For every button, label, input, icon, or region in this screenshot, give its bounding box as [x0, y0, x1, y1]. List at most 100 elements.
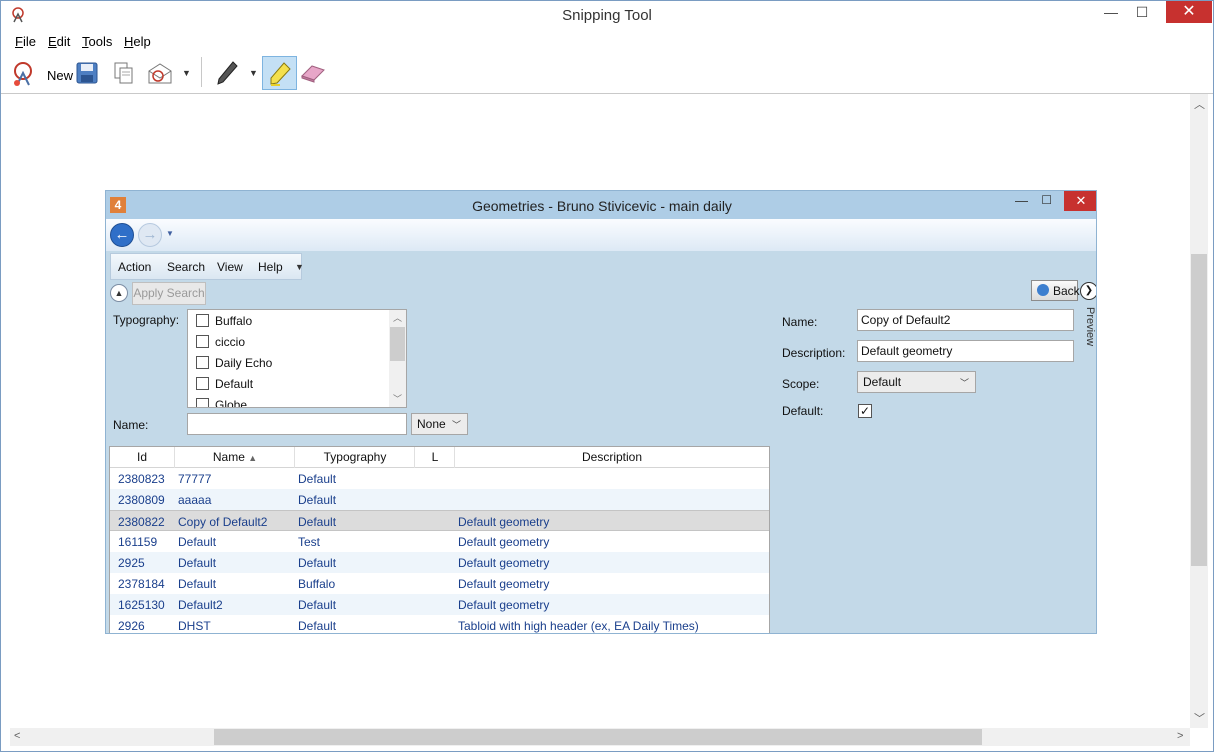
apply-search-button[interactable]: Apply Search — [132, 282, 206, 305]
pen-dropdown-arrow-icon[interactable]: ▼ — [249, 68, 258, 78]
typography-scrollbar[interactable]: ︿ ﹀ — [389, 310, 406, 407]
typography-option-daily-echo[interactable]: Daily Echo — [196, 356, 272, 376]
horizontal-scroll-thumb[interactable] — [214, 729, 982, 745]
detail-name-input[interactable] — [857, 309, 1074, 331]
preview-chevron-right-icon[interactable]: ❯ — [1080, 282, 1096, 300]
menu-help[interactable]: Help — [124, 34, 151, 49]
table-row[interactable]: 2380809 aaaaa Default — [110, 489, 769, 510]
send-snip-button[interactable]: ▼ — [145, 56, 197, 90]
cell-typography: Test — [298, 535, 321, 549]
close-button[interactable]: ✕ — [1166, 1, 1212, 23]
back-icon — [1037, 284, 1049, 296]
detail-scope-label: Scope: — [782, 377, 820, 391]
checkbox[interactable] — [196, 398, 209, 407]
nav-history-dropdown-icon[interactable]: ▼ — [166, 229, 174, 238]
cell-typography: Buffalo — [298, 577, 336, 591]
table-row[interactable]: 2380823 77777 Default — [110, 468, 769, 489]
copy-icon — [114, 62, 133, 84]
typography-scroll-thumb[interactable] — [390, 327, 405, 361]
column-header-typography[interactable]: Typography — [295, 450, 415, 464]
cell-id: 161159 — [118, 535, 158, 549]
menu-help[interactable]: Help — [258, 260, 283, 274]
typography-checklist[interactable]: Buffalo ciccio Daily Echo Default Globe … — [187, 309, 407, 408]
default-checkbox[interactable]: ✓ — [858, 404, 872, 418]
nav-back-arrow-icon[interactable]: ← — [110, 223, 134, 247]
cell-id: 2380809 — [118, 493, 165, 507]
nav-forward-arrow-icon[interactable]: → — [138, 223, 162, 247]
cell-name: DHST — [178, 619, 211, 633]
geometries-minimize-button[interactable]: — — [1015, 193, 1028, 208]
column-header-name[interactable]: Name ▲ — [175, 450, 295, 464]
cell-id: 2380822 — [118, 515, 165, 529]
menu-help-label: elp — [133, 34, 151, 49]
table-row[interactable]: 2378184 Default Buffalo Default geometry — [110, 573, 769, 594]
maximize-button[interactable]: ☐ — [1128, 1, 1156, 23]
window-title: Snipping Tool — [562, 7, 652, 24]
eraser-button[interactable] — [298, 56, 328, 90]
typography-option-default[interactable]: Default — [196, 377, 253, 397]
column-header-id[interactable]: Id — [110, 450, 174, 464]
minimize-button[interactable]: — — [1097, 1, 1125, 23]
menu-action[interactable]: Action — [118, 260, 151, 274]
cell-name: Default2 — [178, 598, 223, 612]
cell-id: 2378184 — [118, 577, 165, 591]
checkbox[interactable] — [196, 335, 209, 349]
geometries-maximize-button[interactable]: ☐ — [1041, 193, 1052, 207]
scope-select[interactable]: Default ﹀ — [857, 371, 976, 393]
new-snip-icon — [14, 62, 32, 86]
chevron-up-icon[interactable]: ︿ — [393, 311, 402, 324]
menu-view[interactable]: View — [217, 260, 243, 274]
pen-button[interactable]: ▼ — [211, 56, 261, 90]
vertical-scrollbar[interactable]: ︿ ﹀ — [1190, 94, 1208, 728]
title-bar: Snipping Tool — ☐ ✕ — [1, 1, 1213, 31]
column-header-l[interactable]: L — [415, 450, 455, 464]
table-row[interactable]: 2926 DHST Default Tabloid with high head… — [110, 615, 769, 633]
menu-search[interactable]: Search — [167, 260, 205, 274]
collapse-filters-chevron-up-icon[interactable]: ▲ — [110, 284, 128, 302]
new-snip-button[interactable]: New — [9, 56, 73, 90]
scroll-down-arrow-icon[interactable]: ﹀ — [1194, 710, 1205, 726]
menu-tools[interactable]: Tools — [82, 34, 112, 49]
typography-option-globe[interactable]: Globe — [196, 398, 247, 407]
table-header: Id Name ▲ Typography L Description — [110, 447, 769, 468]
typography-option-label: ciccio — [215, 335, 246, 349]
column-header-description[interactable]: Description — [455, 450, 769, 464]
checkbox[interactable] — [196, 356, 209, 370]
typography-label: Typography: — [113, 313, 180, 327]
scroll-right-arrow-icon[interactable]: > — [1177, 730, 1183, 742]
preview-tab[interactable]: Preview — [1078, 307, 1096, 351]
chevron-down-icon[interactable]: ﹀ — [393, 392, 402, 405]
back-button[interactable]: Back — [1031, 280, 1080, 301]
scroll-up-arrow-icon[interactable]: ︿ — [1194, 96, 1205, 112]
vertical-scroll-thumb[interactable] — [1191, 254, 1207, 566]
menu-edit[interactable]: Edit — [48, 34, 70, 49]
geometries-close-button[interactable]: ✕ — [1064, 191, 1096, 211]
detail-name-label: Name: — [782, 315, 818, 329]
cell-name: Default — [178, 535, 217, 549]
scroll-left-arrow-icon[interactable]: < — [14, 730, 20, 742]
checkbox[interactable] — [196, 377, 209, 391]
table-row-selected[interactable]: 2380822 Copy of Default2 Default Default… — [110, 510, 769, 531]
geometries-menu-bar: Action Search View Help ▼ — [110, 253, 304, 280]
menu-bar: File Edit Tools Help — [1, 31, 1213, 52]
table-row[interactable]: 161159 Default Test Default geometry — [110, 531, 769, 552]
cell-description: Default geometry — [458, 598, 550, 612]
horizontal-scrollbar[interactable]: < > — [10, 728, 1190, 746]
detail-description-input[interactable] — [857, 340, 1074, 362]
name-match-mode-select[interactable]: None ﹀ — [411, 413, 468, 435]
name-filter-input[interactable] — [187, 413, 407, 435]
highlighter-button[interactable] — [262, 56, 297, 90]
menu-overflow-icon[interactable]: ▼ — [295, 262, 304, 272]
checkbox[interactable] — [196, 314, 209, 328]
table-row[interactable]: 2925 Default Default Default geometry — [110, 552, 769, 573]
eraser-icon — [301, 65, 325, 83]
table-row[interactable]: 1625130 Default2 Default Default geometr… — [110, 594, 769, 615]
save-button[interactable] — [73, 56, 101, 90]
send-dropdown-arrow-icon[interactable]: ▼ — [182, 68, 191, 78]
typography-option-ciccio[interactable]: ciccio — [196, 335, 245, 355]
menu-file[interactable]: File — [15, 34, 36, 49]
copy-button[interactable] — [109, 56, 137, 90]
typography-option-label: Default — [215, 377, 254, 391]
cell-name: Default — [178, 577, 217, 591]
typography-option-buffalo[interactable]: Buffalo — [196, 314, 252, 334]
